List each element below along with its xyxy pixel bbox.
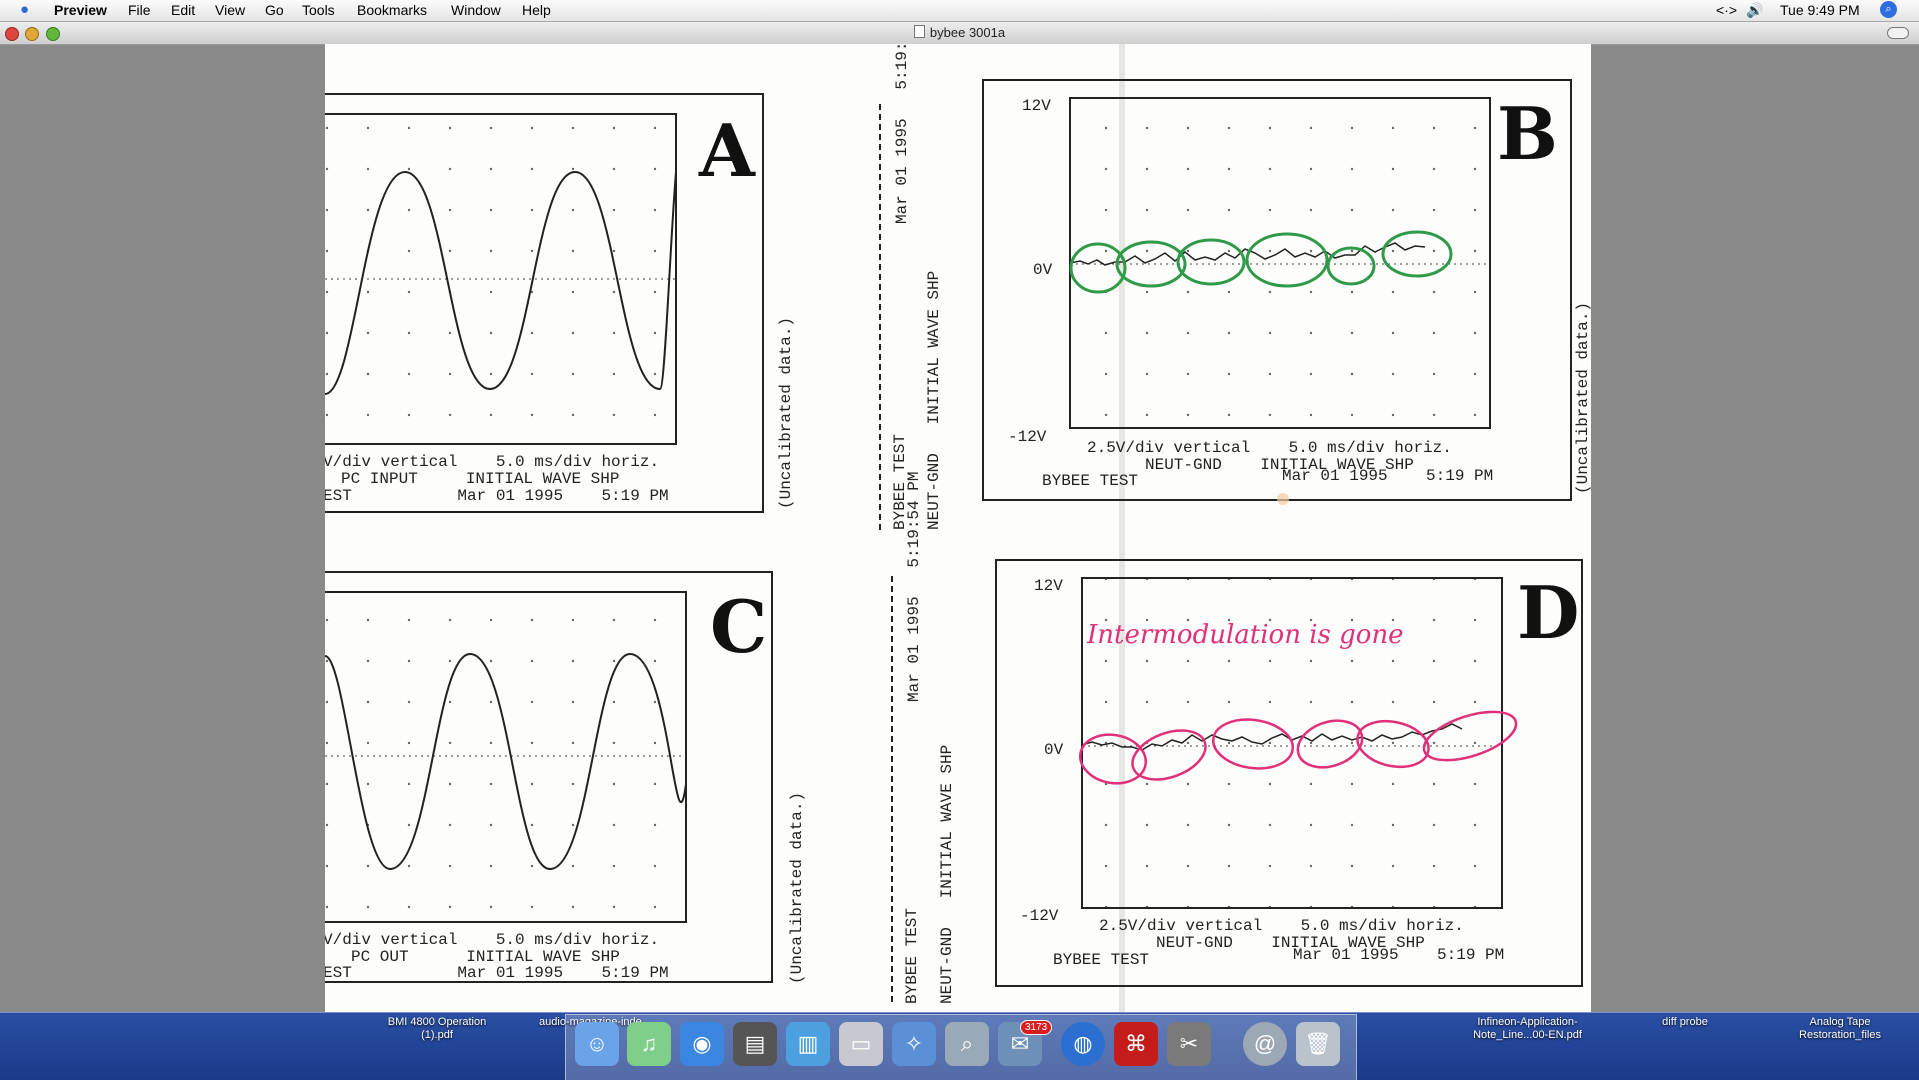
- window-title-text: bybee 3001a: [929, 25, 1006, 40]
- desktop-folder-analog-tape[interactable]: Analog Tape Restoration_files: [1780, 1016, 1900, 1042]
- panel-b-y-top: 12V: [1022, 97, 1051, 115]
- desktop-file-infineon[interactable]: Infineon-Application-Note_Line...00-EN.p…: [1460, 1016, 1595, 1042]
- spotlight-icon[interactable]: ⌕: [1880, 1, 1897, 18]
- preview-icon[interactable]: ⌕: [945, 1022, 989, 1066]
- menu-clock[interactable]: Tue 9:49 PM: [1780, 2, 1860, 18]
- panel-a-caption-2: PC INPUT INITIAL WAVE SHP: [341, 470, 619, 488]
- safari-icon[interactable]: ✧: [892, 1022, 936, 1066]
- panel-c-letter: C: [710, 584, 767, 669]
- vertical-header-top: BYBEE TEST NEUT-GND INITIAL WAVE SHP Mar…: [879, 44, 943, 534]
- document-page[interactable]: A V/div vertical 5.0 ms/div horiz. PC IN…: [325, 44, 1591, 1012]
- panel-a-caption-3: EST Mar 01 1995 5:19 PM: [325, 487, 669, 505]
- acrobat-icon[interactable]: ⌘: [1114, 1022, 1158, 1066]
- menu-go[interactable]: Go: [265, 2, 284, 18]
- apple-menu-icon[interactable]: ●: [20, 1, 29, 18]
- panel-b-caption-1: 2.5V/div vertical 5.0 ms/div horiz.: [1087, 439, 1452, 457]
- menu-bar: ● Preview File Edit View Go Tools Bookma…: [0, 0, 1919, 22]
- scope-panel-d: Intermodulation is gone D 12V 0V -12V 2.…: [995, 559, 1583, 987]
- dictionary-icon[interactable]: ▥: [786, 1022, 830, 1066]
- vertical-top-neut-gnd: NEUT-GND INITIAL WAVE SHP: [925, 271, 943, 530]
- system-display-icon[interactable]: ▭: [839, 1022, 883, 1066]
- panel-a-caption-1: V/div vertical 5.0 ms/div horiz.: [325, 453, 659, 471]
- panel-d-y-mid: 0V: [1044, 741, 1064, 759]
- panel-a-uncalibrated: (Uncalibrated data.): [777, 317, 795, 509]
- printer-icon[interactable]: ▤: [733, 1022, 777, 1066]
- ichat-icon[interactable]: ◉: [680, 1022, 724, 1066]
- panel-b-caption-3: BYBEE TEST: [1042, 472, 1138, 490]
- panel-d-letter: D: [1517, 570, 1579, 655]
- vertical-bottom-neut-gnd: NEUT-GND INITIAL WAVE SHP: [938, 745, 956, 1004]
- desktop-file-bmi-4800[interactable]: BMI 4800 Operation (1).pdf: [372, 1016, 502, 1042]
- panel-c-caption-3: EST Mar 01 1995 5:19 PM: [325, 964, 669, 982]
- menu-window[interactable]: Window: [451, 2, 501, 18]
- finder-icon[interactable]: ☺: [575, 1022, 619, 1066]
- trash-icon[interactable]: 🗑: [1296, 1022, 1340, 1066]
- panel-b-y-bot: -12V: [1008, 428, 1047, 446]
- scope-panel-c: C V/div vertical 5.0 ms/div horiz. PC OU…: [325, 571, 806, 984]
- app-menu[interactable]: Preview: [54, 2, 107, 18]
- window-titlebar: bybee 3001a: [0, 22, 1919, 45]
- menu-view[interactable]: View: [215, 2, 245, 18]
- panel-c-grid: [325, 591, 687, 923]
- itunes-icon[interactable]: ♫: [627, 1022, 671, 1066]
- desktop-folder-diff-probe[interactable]: diff probe: [1640, 1016, 1730, 1029]
- volume-icon[interactable]: 🔊: [1746, 2, 1763, 19]
- panel-a-letter: A: [698, 108, 756, 193]
- vertical-bottom-bybee-test: BYBEE TEST: [903, 908, 921, 1004]
- panel-c-caption-1: V/div vertical 5.0 ms/div horiz.: [325, 931, 659, 949]
- mail-badge: 3173: [1020, 1020, 1053, 1035]
- menu-edit[interactable]: Edit: [171, 2, 195, 18]
- panel-c-uncalibrated: (Uncalibrated data.): [788, 792, 806, 984]
- scope-panel-a: A V/div vertical 5.0 ms/div horiz. PC IN…: [325, 93, 795, 513]
- panel-d-caption-1: 2.5V/div vertical 5.0 ms/div horiz.: [1099, 917, 1464, 935]
- document-proxy-icon[interactable]: [913, 25, 925, 38]
- panel-b-y-mid: 0V: [1033, 261, 1053, 279]
- panel-d-caption-4: Mar 01 1995 5:19 PM: [1293, 946, 1504, 964]
- panel-b-uncalibrated: (Uncalibrated data.): [1574, 302, 1591, 494]
- vertical-bottom-date: Mar 01 1995 5:19:54 PM: [905, 472, 923, 702]
- menu-bookmarks[interactable]: Bookmarks: [357, 2, 427, 18]
- panel-d-y-top: 12V: [1034, 577, 1063, 595]
- panel-b-caption-4: Mar 01 1995 5:19 PM: [1282, 467, 1493, 485]
- panel-b-grid: [1069, 97, 1491, 429]
- window-title: bybee 3001a: [0, 25, 1919, 40]
- panel-b-letter: B: [1497, 91, 1558, 176]
- vertical-header-bottom: BYBEE TEST NEUT-GND INITIAL WAVE SHP Mar…: [891, 472, 956, 1004]
- toolbar-toggle-button[interactable]: [1887, 27, 1909, 39]
- menu-help[interactable]: Help: [522, 2, 551, 18]
- arrows-menu-extra-icon[interactable]: <·>: [1716, 2, 1737, 18]
- utilities-icon[interactable]: ✂: [1167, 1022, 1211, 1066]
- menu-tools[interactable]: Tools: [302, 2, 335, 18]
- vertical-top-date: Mar 01 1995 5:19:37 PM: [893, 44, 911, 224]
- scanned-document: A V/div vertical 5.0 ms/div horiz. PC IN…: [325, 44, 1591, 1012]
- network-globe-icon[interactable]: ◍: [1061, 1022, 1105, 1066]
- scope-panel-b: B 12V 0V -12V 2.5V/div vertical 5.0 ms/d…: [982, 79, 1591, 505]
- page-stain: [1277, 493, 1289, 505]
- panel-d-caption-3: BYBEE TEST: [1053, 951, 1149, 969]
- panel-d-handwritten-annotation: Intermodulation is gone: [1086, 620, 1404, 650]
- panel-d-y-bot: -12V: [1020, 907, 1059, 925]
- internet-connect-icon[interactable]: @: [1243, 1022, 1287, 1066]
- menu-file[interactable]: File: [128, 2, 151, 18]
